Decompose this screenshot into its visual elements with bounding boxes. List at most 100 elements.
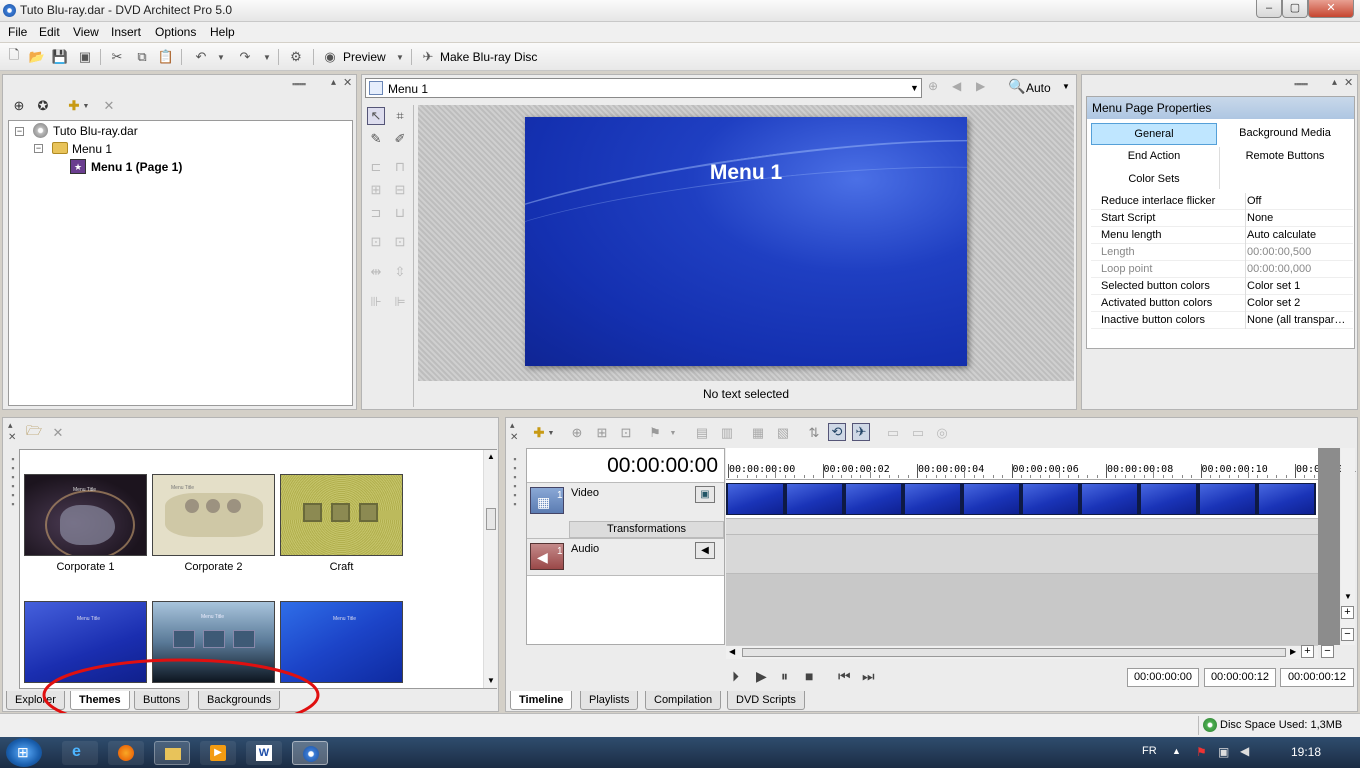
paste-icon[interactable]: 📋 <box>157 48 175 66</box>
taskbar-ie[interactable]: e <box>62 741 98 765</box>
cut-icon[interactable]: ✂ <box>108 48 126 66</box>
stop-icon[interactable]: ■ <box>805 668 813 684</box>
zoom-in-vertical-icon[interactable]: + <box>1341 606 1354 619</box>
center-horizontal-icon[interactable]: ⊪ <box>367 293 385 311</box>
property-row[interactable]: Loop point 00:00:00,000 <box>1091 261 1353 278</box>
property-value[interactable]: Color set 1 <box>1247 280 1351 292</box>
redo-dropdown-icon[interactable]: ▼ <box>262 48 272 66</box>
timeline-tool-7-icon[interactable]: ▧ <box>774 424 792 442</box>
zoom-icon[interactable]: 🔍 <box>1008 78 1025 95</box>
tray-network-icon[interactable]: ▣ <box>1218 745 1229 759</box>
tab-general[interactable]: General <box>1091 123 1217 145</box>
menu-title-text[interactable]: Menu 1 <box>525 161 967 185</box>
properties-icon[interactable]: ⊕ <box>10 97 28 115</box>
undo-icon[interactable]: ↶ <box>192 48 210 66</box>
play-from-start-icon[interactable]: ⏵ <box>732 668 739 685</box>
pause-icon[interactable]: ⏸ <box>781 668 788 685</box>
align-left-icon[interactable]: ⊏ <box>367 158 385 176</box>
pin-icon[interactable]: ▴ <box>510 420 515 431</box>
preview-icon[interactable]: ◉ <box>321 48 339 66</box>
property-value[interactable]: Auto calculate <box>1247 229 1351 241</box>
same-height-icon[interactable]: ⊡ <box>391 233 409 251</box>
nav-up-icon[interactable]: ⊕ <box>928 79 938 93</box>
zoom-in-horizontal-icon[interactable]: + <box>1301 645 1314 658</box>
optimize-track-icon[interactable]: ✈ <box>852 423 870 441</box>
tree-menu-1-page-1[interactable]: Menu 1 (Page 1) <box>91 160 182 174</box>
collapse-icon[interactable]: − <box>15 127 24 136</box>
menu-selector[interactable]: Menu 1 ▼ <box>365 78 922 98</box>
align-center-icon[interactable]: ⊞ <box>367 181 385 199</box>
timeline-tool-10-icon[interactable]: ◎ <box>933 424 951 442</box>
tab-color-sets[interactable]: Color Sets <box>1091 169 1217 191</box>
timeline-tool-3-icon[interactable]: ⊡ <box>617 424 635 442</box>
audio-track-lane[interactable] <box>726 534 1318 574</box>
open-icon[interactable]: 📂 <box>28 48 46 66</box>
menu-help[interactable]: Help <box>210 25 235 39</box>
selection-end-time[interactable]: 00:00:00:12 <box>1204 668 1276 687</box>
space-horizontal-icon[interactable]: ⇹ <box>367 263 385 281</box>
speaker-icon[interactable]: ◀ <box>695 542 715 559</box>
menu-view[interactable]: View <box>73 25 99 39</box>
delete-theme-icon[interactable]: ✕ <box>49 424 67 442</box>
close-button[interactable]: ✕ <box>1308 0 1354 18</box>
align-top-icon[interactable]: ⊓ <box>391 158 409 176</box>
import-theme-icon[interactable]: 🗁 <box>25 423 43 442</box>
same-width-icon[interactable]: ⊡ <box>367 233 385 251</box>
redo-icon[interactable]: ↷ <box>236 48 254 66</box>
clock[interactable]: 19:18 <box>1291 745 1321 759</box>
timeline-tool-8-icon[interactable]: ▭ <box>884 424 902 442</box>
selection-start-time[interactable]: 00:00:00:00 <box>1127 668 1199 687</box>
preview-dropdown-icon[interactable]: ▼ <box>394 48 406 66</box>
transformations-bar[interactable]: Transformations <box>569 521 724 538</box>
property-row[interactable]: Length 00:00:00,500 <box>1091 244 1353 261</box>
tree-root[interactable]: Tuto Blu-ray.dar <box>53 124 138 138</box>
start-button[interactable]: ⊞ <box>6 738 42 767</box>
go-to-end-icon[interactable]: ⏭ <box>862 668 875 685</box>
taskbar-word[interactable]: W <box>246 741 282 765</box>
center-vertical-icon[interactable]: ⊫ <box>391 293 409 311</box>
current-time[interactable]: 00:00:00:00 <box>527 449 724 482</box>
copy-icon[interactable]: ⧉ <box>133 48 151 66</box>
theme-thumb-corporate-1[interactable]: Menu Title <box>24 474 147 556</box>
property-row[interactable]: Start Script None <box>1091 210 1353 227</box>
menu-options[interactable]: Options <box>155 25 196 39</box>
taskbar-explorer[interactable] <box>154 741 190 765</box>
time-ruler[interactable]: 00:00:00:00 00:00:00:02 00:00:00:04 00:00:0… <box>726 448 1356 480</box>
property-row[interactable]: Reduce interlace flicker Off <box>1091 193 1353 210</box>
panel-close-icon[interactable]: ✕ <box>343 76 352 89</box>
taskbar-dvd-architect[interactable] <box>292 741 328 765</box>
taskbar-firefox[interactable] <box>108 741 144 765</box>
property-value[interactable]: None (all transpar… <box>1247 314 1351 326</box>
property-row[interactable]: Activated button colors Color set 2 <box>1091 295 1353 312</box>
timeline-tool-5-icon[interactable]: ▥ <box>718 424 736 442</box>
make-disc-icon[interactable]: ✈ <box>419 48 437 66</box>
select-tool-icon[interactable]: ↖ <box>367 107 385 125</box>
preview-button[interactable]: Preview <box>343 50 386 64</box>
tray-expand-icon[interactable]: ▲ <box>1172 746 1181 756</box>
zoom-out-vertical-icon[interactable]: − <box>1341 628 1354 641</box>
property-value[interactable]: Color set 2 <box>1247 297 1351 309</box>
pin-icon[interactable]: ▴ <box>8 420 13 431</box>
language-indicator[interactable]: FR <box>1142 745 1157 757</box>
minimize-button[interactable]: – <box>1256 0 1282 18</box>
make-blu-ray-disc-button[interactable]: Make Blu-ray Disc <box>440 50 537 64</box>
undo-dropdown-icon[interactable]: ▼ <box>216 48 226 66</box>
panel-close-icon[interactable]: ✕ <box>510 432 518 443</box>
favorite-icon[interactable]: ✪ <box>34 97 52 115</box>
tab-timeline[interactable]: Timeline <box>510 691 573 710</box>
play-icon[interactable]: ▶ <box>756 668 767 685</box>
video-track-lane[interactable] <box>726 480 1318 518</box>
track-area[interactable]: 00:00:00:00 00:00:00:02 00:00:00:04 00:00:0… <box>726 448 1356 645</box>
video-settings-icon[interactable]: ▣ <box>695 486 715 503</box>
panel-close-icon[interactable]: ✕ <box>8 432 16 443</box>
video-track-header[interactable]: 1 ▦ Video ▣ Transformations <box>527 482 724 538</box>
theme-thumb-corporate-2[interactable]: Menu Title <box>152 474 275 556</box>
timeline-tool-1-icon[interactable]: ⊕ <box>568 424 586 442</box>
delete-icon[interactable]: ✕ <box>100 97 118 115</box>
tab-compilation[interactable]: Compilation <box>645 691 722 710</box>
collapse-icon[interactable]: − <box>34 144 43 153</box>
property-row[interactable]: Inactive button colors None (all transpar… <box>1091 312 1353 329</box>
timeline-vscroll[interactable]: ▼ + − <box>1341 448 1355 645</box>
tab-background-media[interactable]: Background Media <box>1221 123 1349 145</box>
align-bottom-icon[interactable]: ⊔ <box>391 204 409 222</box>
